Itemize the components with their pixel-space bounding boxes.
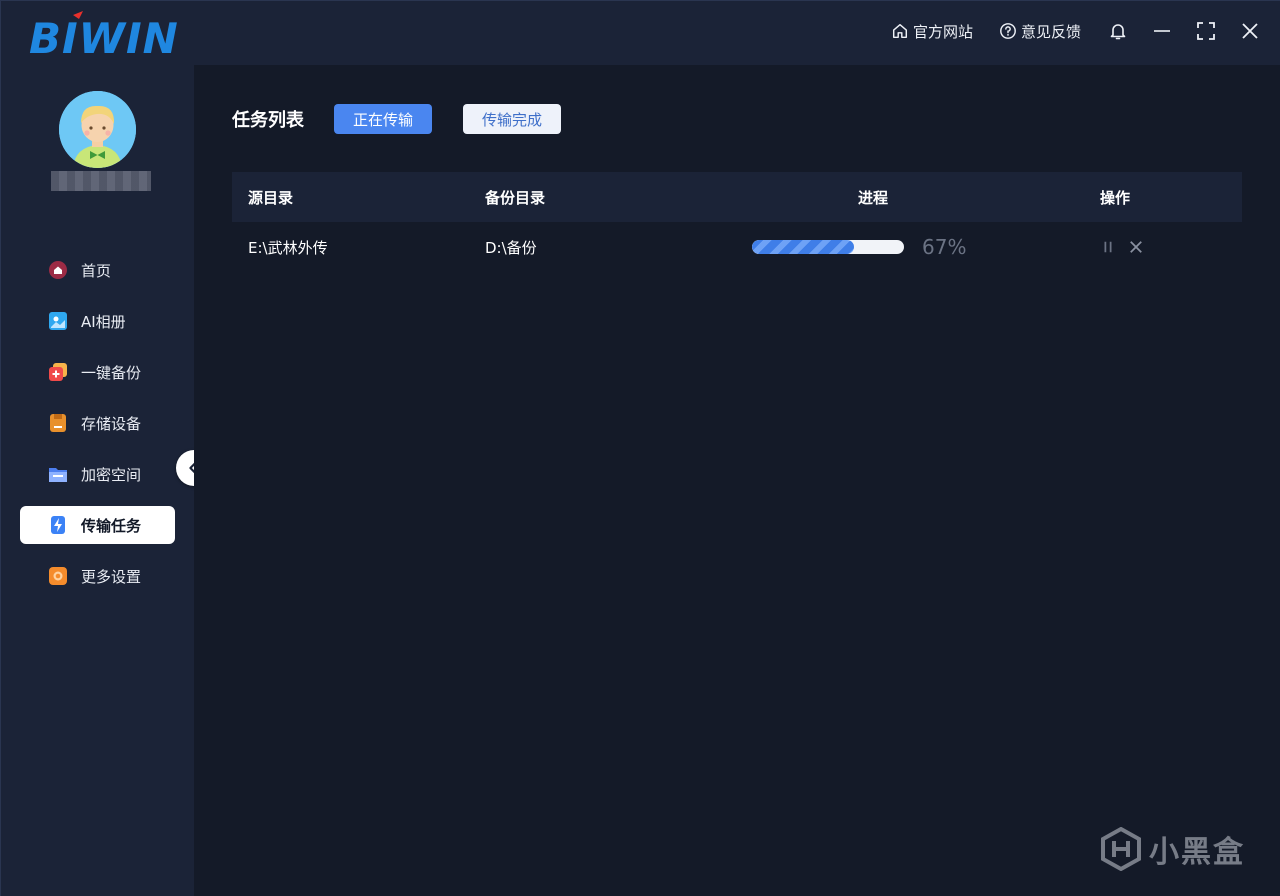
table-header: 源目录 备份目录 进程 操作	[232, 172, 1242, 222]
tab-transferring[interactable]: 正在传输	[334, 104, 433, 134]
watermark: 小黑盒	[1101, 827, 1245, 871]
sidebar-item-label: 首页	[81, 261, 112, 280]
sidebar: 首页 AI相册 一键备份 存储设备 加密空间 传输任务 更多设置	[1, 65, 194, 896]
home-icon	[892, 23, 907, 39]
album-icon	[48, 311, 68, 331]
task-tabs: 任务列表 正在传输 传输完成	[232, 103, 592, 135]
minimize-button[interactable]	[1151, 20, 1173, 42]
sidebar-item-label: 加密空间	[81, 465, 142, 484]
sidebar-item-label: 存储设备	[81, 414, 142, 433]
app-window: BIWIN 官方网站 意见反馈 首页 AI相册 一键备份 存储设备 加密空间 传…	[0, 0, 1280, 896]
biwin-logo: BIWIN	[29, 11, 179, 59]
title-actions: 官方网站 意见反馈	[891, 15, 1261, 47]
sidebar-item-backup[interactable]: 一键备份	[20, 353, 175, 391]
official-site-link[interactable]: 官方网站	[891, 21, 973, 42]
header-progress: 进程	[857, 188, 888, 207]
cell-source: E:\武林外传	[248, 238, 328, 257]
cell-target: D:\备份	[485, 238, 537, 257]
main-content: 任务列表 正在传输 传输完成 源目录 备份目录 进程 操作 E:\武林外传 D:…	[194, 65, 1280, 896]
title-bar: BIWIN 官方网站 意见反馈	[1, 1, 1280, 65]
sidebar-item-label: 传输任务	[81, 516, 142, 535]
settings-icon	[48, 566, 68, 586]
task-list-title: 任务列表	[232, 110, 304, 131]
sidebar-item-label: 更多设置	[81, 567, 142, 586]
notification-button[interactable]	[1107, 20, 1129, 42]
svg-text:BIWIN: BIWIN	[29, 14, 179, 59]
sidebar-item-label: AI相册	[81, 312, 126, 331]
folder-lock-icon	[48, 464, 68, 484]
table-row: E:\武林外传 D:\备份 67%	[232, 222, 1242, 272]
sidebar-item-encrypted[interactable]: 加密空间	[20, 455, 175, 493]
sidebar-item-storage[interactable]: 存储设备	[20, 404, 175, 442]
cell-actions	[1008, 239, 1242, 255]
progress-bar	[752, 240, 904, 254]
sidebar-item-settings[interactable]: 更多设置	[20, 557, 175, 595]
maximize-button[interactable]	[1195, 20, 1217, 42]
feedback-label: 意见反馈	[1020, 22, 1081, 41]
pause-icon	[1104, 241, 1112, 253]
progress-fill	[752, 240, 854, 254]
feedback-link[interactable]: 意见反馈	[999, 21, 1081, 42]
tab-completed[interactable]: 传输完成	[463, 104, 562, 134]
sidebar-item-ai-album[interactable]: AI相册	[20, 302, 175, 340]
username-blurred	[51, 171, 151, 191]
cancel-button[interactable]	[1128, 239, 1144, 255]
transfer-table: 源目录 备份目录 进程 操作 E:\武林外传 D:\备份 67%	[232, 172, 1242, 272]
pause-button[interactable]	[1100, 239, 1116, 255]
minimize-icon	[1154, 30, 1170, 32]
storage-icon	[48, 413, 68, 433]
progress-percent: 67%	[922, 235, 967, 259]
maximize-icon	[1197, 22, 1215, 40]
backup-icon	[48, 362, 68, 382]
home-icon	[48, 260, 68, 280]
help-circle-icon	[1000, 23, 1016, 39]
avatar[interactable]	[59, 91, 136, 168]
sidebar-item-label: 一键备份	[81, 363, 142, 382]
header-actions: 操作	[1100, 188, 1131, 207]
close-icon	[1130, 241, 1142, 253]
close-icon	[1242, 23, 1258, 39]
sidebar-item-transfer[interactable]: 传输任务	[20, 506, 175, 544]
close-button[interactable]	[1239, 20, 1261, 42]
header-target: 备份目录	[485, 188, 546, 207]
sidebar-item-home[interactable]: 首页	[20, 251, 175, 289]
transfer-icon	[48, 515, 68, 535]
watermark-logo-icon	[1101, 827, 1141, 871]
cell-progress: 67%	[738, 235, 1008, 259]
sidebar-nav: 首页 AI相册 一键备份 存储设备 加密空间 传输任务 更多设置	[20, 251, 175, 608]
watermark-text: 小黑盒	[1149, 835, 1245, 870]
header-source: 源目录	[248, 188, 294, 207]
avatar-image	[59, 91, 136, 168]
bell-icon	[1110, 24, 1126, 40]
official-site-label: 官方网站	[912, 22, 973, 41]
